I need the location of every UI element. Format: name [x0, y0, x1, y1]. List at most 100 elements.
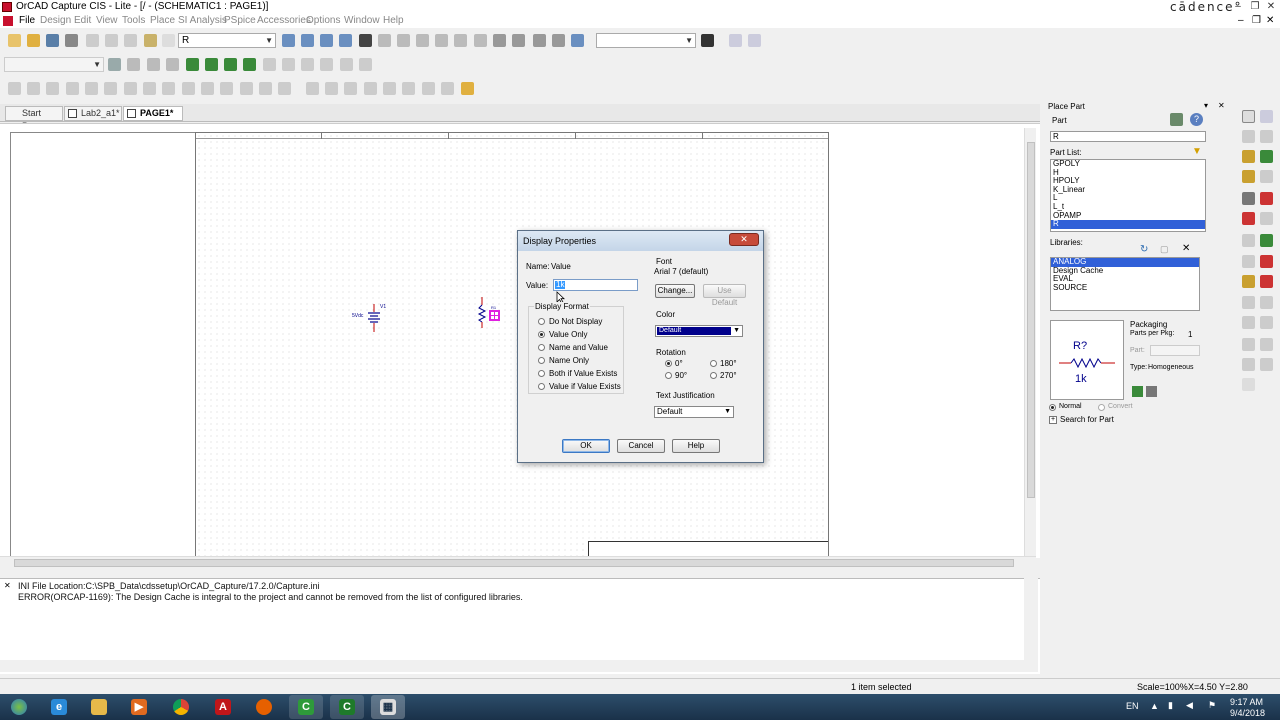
rotation-radio[interactable]: [710, 360, 717, 367]
distribute-vertical-icon[interactable]: [441, 82, 454, 95]
part-list-item[interactable]: L: [1051, 194, 1205, 203]
align-tool-2-icon[interactable]: [27, 82, 40, 95]
taskbar-ie[interactable]: e: [42, 695, 76, 719]
bill-of-materials-icon[interactable]: [474, 34, 487, 47]
volume-icon[interactable]: ◀: [1186, 700, 1193, 711]
preview-options-icon[interactable]: [1146, 386, 1157, 397]
tab-start-page[interactable]: Start Page: [5, 106, 63, 131]
bias-toggle-icon[interactable]: [320, 58, 333, 71]
align-tool-5-icon[interactable]: [85, 82, 98, 95]
drc-icon[interactable]: [416, 34, 429, 47]
align-top-icon[interactable]: [364, 82, 377, 95]
place-polyline-icon[interactable]: [1260, 275, 1273, 288]
library-list-item[interactable]: Design Cache: [1051, 266, 1199, 276]
place-bus-entry-icon[interactable]: [1260, 170, 1273, 183]
help-button[interactable]: Help: [672, 439, 720, 453]
rotation-radio[interactable]: [665, 372, 672, 379]
voltage-source-v1[interactable]: 5Vdc V1: [352, 304, 388, 334]
drag-icon[interactable]: [533, 34, 546, 47]
menu-view[interactable]: View: [96, 15, 118, 26]
place-picture-icon[interactable]: [1260, 338, 1273, 351]
place-prop-icon[interactable]: [1260, 358, 1273, 371]
place-bezier-icon[interactable]: [1242, 338, 1255, 351]
place-bus-icon[interactable]: [1242, 150, 1255, 163]
part-list-item[interactable]: K_Linear: [1051, 185, 1205, 195]
tab-page1[interactable]: PAGE1*: [123, 106, 183, 121]
help-icon[interactable]: [571, 34, 584, 47]
area-select-icon[interactable]: [512, 34, 525, 47]
place-arc-icon[interactable]: [1242, 316, 1255, 329]
back-icon[interactable]: [729, 34, 742, 47]
color-select[interactable]: Default ▼: [655, 325, 743, 337]
bias-current-icon[interactable]: [282, 58, 295, 71]
zoom-all-icon[interactable]: [339, 34, 352, 47]
minimize-icon[interactable]: –: [1232, 1, 1244, 12]
menu-help[interactable]: Help: [383, 15, 404, 26]
flag-icon[interactable]: ⚑: [1208, 700, 1216, 711]
canvas-horizontal-scrollbar[interactable]: [0, 556, 1036, 568]
dialog-title-bar[interactable]: Display Properties ✕: [518, 231, 763, 251]
differential-marker-icon[interactable]: [243, 58, 256, 71]
part-list-item[interactable]: GPOLY: [1051, 160, 1205, 169]
add-library-tool-icon[interactable]: [1132, 386, 1143, 397]
taskbar-capture-1[interactable]: C: [289, 695, 323, 719]
remove-library-icon[interactable]: ✕: [1182, 243, 1190, 254]
distribute-horizontal-icon[interactable]: [422, 82, 435, 95]
mdi-close-icon[interactable]: ✕: [1266, 15, 1274, 26]
display-format-radio[interactable]: [538, 318, 545, 325]
undo-icon[interactable]: [144, 34, 157, 47]
menu-accessories[interactable]: Accessories: [257, 15, 311, 26]
menu-file[interactable]: File: [19, 15, 35, 26]
convert-radio[interactable]: [1098, 404, 1105, 411]
search-expand-icon[interactable]: +: [1049, 416, 1057, 424]
simulation-profile-combo[interactable]: ▼: [4, 57, 104, 72]
part-list-item[interactable]: R: [1051, 220, 1205, 229]
align-right-icon[interactable]: [344, 82, 357, 95]
binoculars-icon[interactable]: [701, 34, 714, 47]
align-tool-15-icon[interactable]: [278, 82, 291, 95]
voltage-marker-icon[interactable]: [186, 58, 199, 71]
value-input[interactable]: 1k: [553, 279, 638, 291]
save-icon[interactable]: [46, 34, 59, 47]
place-part-icon[interactable]: [1170, 113, 1183, 126]
print-icon[interactable]: [65, 34, 78, 47]
align-tool-6-icon[interactable]: [104, 82, 117, 95]
taskbar-firefox[interactable]: [247, 695, 281, 719]
log-close-icon[interactable]: ✕: [4, 581, 11, 590]
place-line-icon[interactable]: [1242, 275, 1255, 288]
align-tool-3-icon[interactable]: [46, 82, 59, 95]
taskbar-media[interactable]: ▶: [122, 695, 156, 719]
place-junction-icon[interactable]: [1242, 170, 1255, 183]
log-vertical-scrollbar[interactable]: [1024, 578, 1038, 672]
menu-design[interactable]: Design: [40, 15, 71, 26]
part-name-input[interactable]: R: [1050, 131, 1206, 142]
place-net-alias-icon[interactable]: [1260, 150, 1273, 163]
align-tool-8-icon[interactable]: [143, 82, 156, 95]
place-rectangle-icon[interactable]: [1242, 296, 1255, 309]
power-marker-icon[interactable]: [224, 58, 237, 71]
place-ncdriver-icon[interactable]: [1242, 358, 1255, 371]
rotation-radio[interactable]: [710, 372, 717, 379]
place-port-icon[interactable]: [1242, 234, 1255, 247]
close-icon[interactable]: ✕: [1265, 1, 1277, 12]
mdi-restore-icon[interactable]: ❐: [1252, 15, 1261, 26]
select-tool-icon[interactable]: [1242, 110, 1255, 123]
align-tool-10-icon[interactable]: [182, 82, 195, 95]
align-middle-icon[interactable]: [383, 82, 396, 95]
refresh-icon[interactable]: ↻: [1140, 244, 1148, 255]
zoom-area-icon[interactable]: [320, 34, 333, 47]
place-power-icon[interactable]: [1242, 192, 1255, 205]
align-center-icon[interactable]: [325, 82, 338, 95]
taskbar-explorer[interactable]: [82, 695, 116, 719]
panel-close-icon[interactable]: ✕: [1218, 101, 1225, 110]
dialog-close-button[interactable]: ✕: [729, 233, 759, 246]
menu-pspice[interactable]: PSpice: [224, 15, 256, 26]
auto-wire-icon[interactable]: [1242, 378, 1255, 391]
part-list-item[interactable]: OPAMP: [1051, 211, 1205, 221]
place-text-icon[interactable]: [1260, 316, 1273, 329]
menu-options[interactable]: Options: [306, 15, 340, 26]
align-tool-12-icon[interactable]: [220, 82, 233, 95]
add-library-icon[interactable]: ▢: [1160, 244, 1169, 255]
align-tool-11-icon[interactable]: [201, 82, 214, 95]
find-combo[interactable]: ▼: [596, 33, 696, 48]
